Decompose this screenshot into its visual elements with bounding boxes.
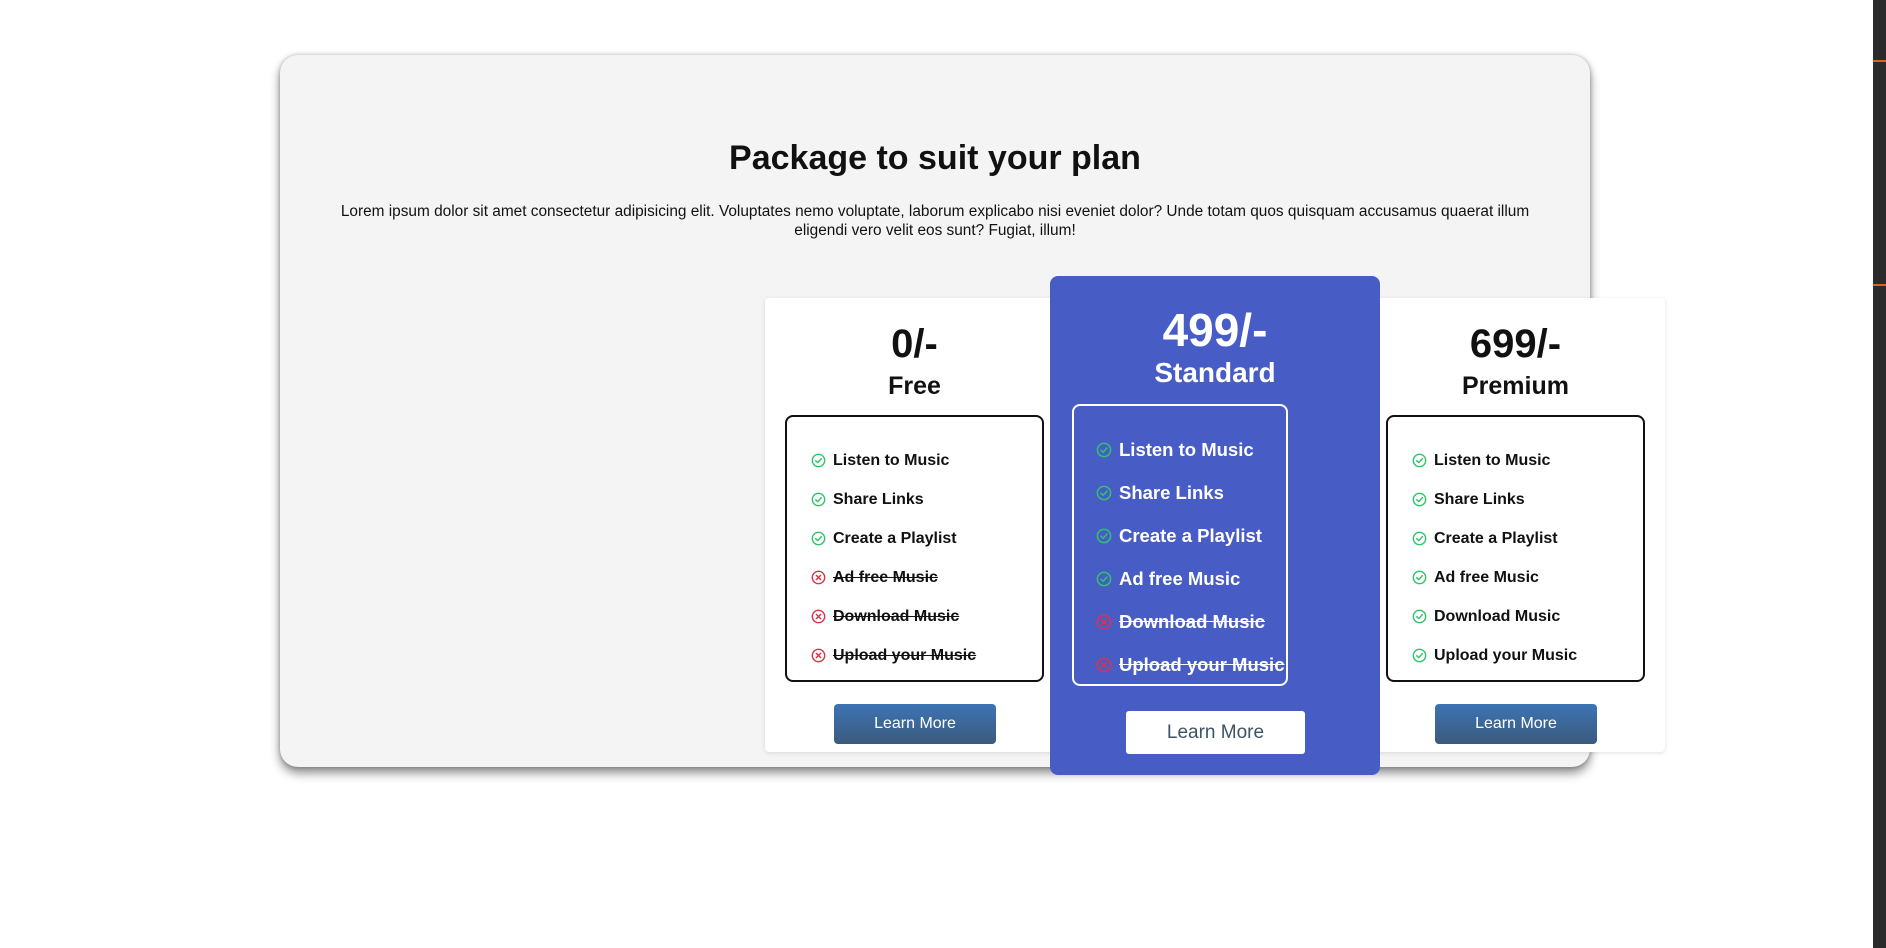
plan-name: Premium (1462, 372, 1569, 400)
feature-label: Listen to Music (1119, 438, 1254, 460)
plan-name: Standard (1154, 357, 1276, 388)
feature-label: Ad free Music (1434, 568, 1539, 586)
x-circle-icon (811, 609, 826, 624)
feature-label: Listen to Music (1434, 451, 1551, 469)
feature-item: Create a Playlist (811, 519, 1042, 558)
learn-more-button[interactable]: Learn More (834, 704, 996, 744)
feature-list: Listen to Music Share Links Create a Playl… (1072, 404, 1288, 686)
feature-label: Share Links (1119, 481, 1224, 503)
feature-label: Create a Playlist (833, 529, 957, 547)
feature-item: Download Music (1096, 600, 1286, 643)
plan-card-free: 0/- Free Listen to Music Share Links Creat… (765, 298, 1064, 752)
feature-item: Create a Playlist (1096, 514, 1286, 557)
feature-item: Upload your Music (811, 636, 1042, 675)
feature-label: Create a Playlist (1119, 524, 1262, 546)
check-circle-icon (1412, 570, 1427, 585)
feature-list: Listen to Music Share Links Create a Playl… (785, 415, 1044, 682)
x-circle-icon (811, 648, 826, 663)
feature-label: Download Music (1434, 607, 1561, 625)
feature-item: Download Music (811, 597, 1042, 636)
check-circle-icon (811, 453, 826, 468)
window-edge-strip (1873, 0, 1886, 948)
plan-price: 0/- (891, 322, 938, 366)
feature-label: Create a Playlist (1434, 529, 1558, 547)
check-circle-icon (1096, 442, 1112, 458)
feature-item: Download Music (1412, 597, 1643, 636)
check-circle-icon (1412, 492, 1427, 507)
check-circle-icon (1096, 528, 1112, 544)
check-circle-icon (811, 531, 826, 546)
feature-label: Upload your Music (1119, 653, 1285, 675)
plan-card-premium: 699/- Premium Listen to Music Share Links… (1366, 298, 1665, 752)
feature-item: Listen to Music (811, 441, 1042, 480)
plan-card-standard: 499/- Standard Listen to Music Share Link… (1050, 276, 1380, 775)
check-circle-icon (1096, 571, 1112, 587)
check-circle-icon (1412, 648, 1427, 663)
page-title: Package to suit your plan (729, 139, 1141, 177)
feature-label: Listen to Music (833, 451, 950, 469)
feature-item: Share Links (1096, 471, 1286, 514)
feature-item: Ad free Music (1412, 558, 1643, 597)
check-circle-icon (1412, 453, 1427, 468)
feature-item: Create a Playlist (1412, 519, 1643, 558)
check-circle-icon (811, 492, 826, 507)
feature-item: Share Links (811, 480, 1042, 519)
page-description: Lorem ipsum dolor sit amet consectetur a… (340, 203, 1530, 239)
feature-label: Download Music (833, 607, 960, 625)
feature-item: Share Links (1412, 480, 1643, 519)
learn-more-button[interactable]: Learn More (1126, 711, 1305, 754)
plan-price: 699/- (1469, 322, 1562, 366)
check-circle-icon (1096, 485, 1112, 501)
feature-label: Share Links (833, 490, 924, 508)
learn-more-button[interactable]: Learn More (1435, 704, 1597, 744)
check-circle-icon (1412, 531, 1427, 546)
x-circle-icon (811, 570, 826, 585)
pricing-panel: Package to suit your plan Lorem ipsum do… (280, 55, 1665, 775)
feature-item: Upload your Music (1096, 643, 1286, 686)
feature-item: Ad free Music (1096, 557, 1286, 600)
feature-label: Ad free Music (1119, 567, 1241, 589)
feature-label: Upload your Music (1434, 646, 1578, 664)
window-edge-marker (1873, 284, 1886, 286)
feature-item: Ad free Music (811, 558, 1042, 597)
x-circle-icon (1096, 614, 1112, 630)
feature-label: Ad free Music (833, 568, 938, 586)
x-circle-icon (1096, 657, 1112, 673)
check-circle-icon (1412, 609, 1427, 624)
window-edge-marker (1873, 60, 1886, 62)
feature-label: Download Music (1119, 610, 1265, 632)
feature-label: Share Links (1434, 490, 1525, 508)
feature-item: Upload your Music (1412, 636, 1643, 675)
plan-price: 499/- (1162, 304, 1268, 356)
feature-item: Listen to Music (1096, 428, 1286, 471)
feature-label: Upload your Music (833, 646, 977, 664)
feature-list: Listen to Music Share Links Create a Playl… (1386, 415, 1645, 682)
plan-name: Free (888, 372, 941, 400)
feature-item: Listen to Music (1412, 441, 1643, 480)
